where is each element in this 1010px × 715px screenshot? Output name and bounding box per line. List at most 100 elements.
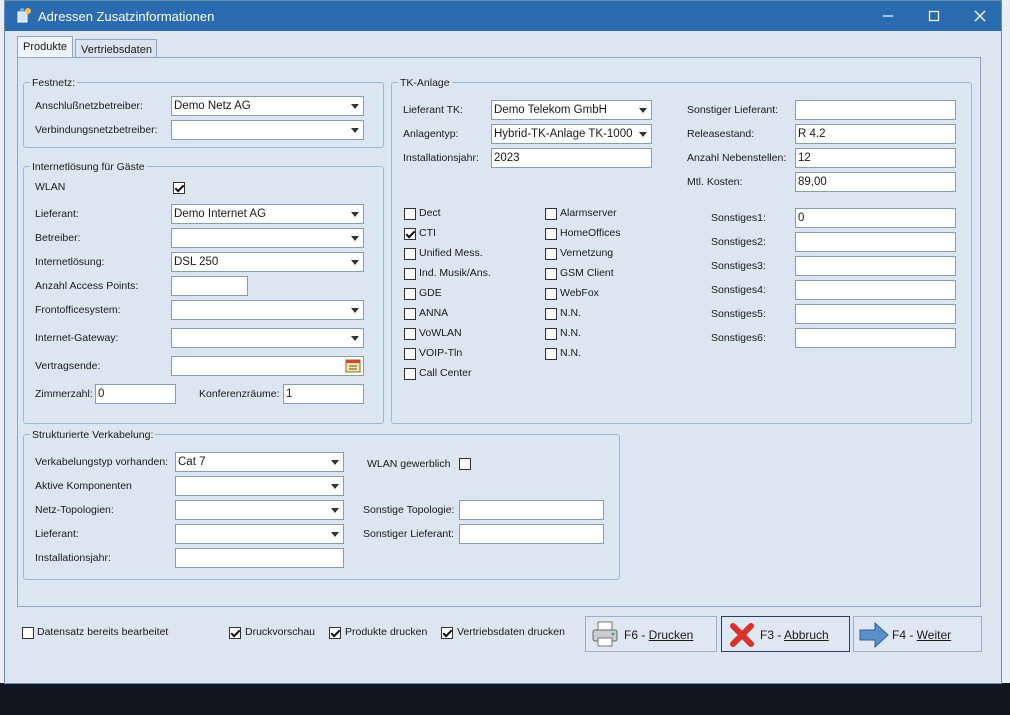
nebenstellen-label: Anzahl Nebenstellen: <box>687 152 787 164</box>
checkbox-gde[interactable] <box>404 288 416 300</box>
group-label-tk-anlage: TK-Anlage <box>398 77 452 89</box>
window-title: Adressen Zusatzinformationen <box>38 9 215 24</box>
sonstiges5-input[interactable] <box>795 304 956 324</box>
checkbox-unified-mess[interactable] <box>404 248 416 260</box>
sonstige-topologie-input[interactable] <box>459 500 604 520</box>
vertragsende-date-field[interactable] <box>171 356 364 376</box>
checkbox-nn-1[interactable] <box>545 308 557 320</box>
minimize-button[interactable] <box>865 1 911 31</box>
frontoffice-combo[interactable] <box>171 300 364 320</box>
checkbox-homeoffices[interactable] <box>545 228 557 240</box>
checkbox-nn-2[interactable] <box>545 328 557 340</box>
verkabelung-lieferant-combo[interactable] <box>175 524 344 544</box>
releasestand-label: Releasestand: <box>687 128 755 140</box>
chevron-down-icon[interactable] <box>327 525 343 543</box>
nebenstellen-input[interactable]: 12 <box>795 148 956 168</box>
verkabelung-install-input[interactable] <box>175 548 344 568</box>
chevron-down-icon[interactable] <box>347 229 363 247</box>
chevron-down-icon[interactable] <box>327 477 343 495</box>
internetloesung-label: Internetlösung: <box>35 256 105 268</box>
tab-produkte[interactable]: Produkte <box>17 36 73 59</box>
netz-topologien-combo[interactable] <box>175 500 344 520</box>
sonstiges6-input[interactable] <box>795 328 956 348</box>
title-bar[interactable]: Adressen Zusatzinformationen <box>5 1 1001 31</box>
sonstiges2-input[interactable] <box>795 232 956 252</box>
calendar-icon[interactable] <box>345 359 361 373</box>
label-vernetzung: Vernetzung <box>560 247 614 259</box>
maximize-button[interactable] <box>911 1 957 31</box>
next-button[interactable]: F4 - Weiter <box>853 616 982 652</box>
checkbox-gsm-client[interactable] <box>545 268 557 280</box>
tab-vertriebsdaten[interactable]: Vertriebsdaten <box>75 39 157 59</box>
label-gde: GDE <box>419 287 442 299</box>
gateway-combo[interactable] <box>171 328 364 348</box>
tk-install-input[interactable]: 2023 <box>491 148 652 168</box>
chevron-down-icon[interactable] <box>635 101 651 119</box>
sonst-lieferant-tk-input[interactable] <box>795 100 956 120</box>
chevron-down-icon[interactable] <box>347 329 363 347</box>
chevron-down-icon[interactable] <box>327 501 343 519</box>
chevron-down-icon[interactable] <box>347 205 363 223</box>
maximize-icon <box>928 10 940 22</box>
wlan-gewerblich-checkbox[interactable] <box>459 458 471 470</box>
anschluss-combo[interactable]: Demo Netz AG <box>171 96 364 116</box>
netz-topologien-label: Netz-Topologien: <box>35 504 114 516</box>
betreiber-combo[interactable] <box>171 228 364 248</box>
druckvorschau-checkbox[interactable] <box>229 627 241 639</box>
internetloesung-combo[interactable]: DSL 250 <box>171 252 364 272</box>
checkbox-webfox[interactable] <box>545 288 557 300</box>
label-alarmserver: Alarmserver <box>560 207 617 219</box>
chevron-down-icon[interactable] <box>327 453 343 471</box>
releasestand-input[interactable]: R 4.2 <box>795 124 956 144</box>
group-label-festnetz: Festnetz: <box>30 77 78 89</box>
chevron-down-icon[interactable] <box>347 97 363 115</box>
print-key: F6 - <box>624 628 649 642</box>
checkbox-voip-tln[interactable] <box>404 348 416 360</box>
sonstiges1-input[interactable]: 0 <box>795 208 956 228</box>
checkbox-vernetzung[interactable] <box>545 248 557 260</box>
produkte-drucken-checkbox[interactable] <box>329 627 341 639</box>
kosten-label: Mtl. Kosten: <box>687 176 743 188</box>
checkbox-alarmserver[interactable] <box>545 208 557 220</box>
checkbox-ind-musik[interactable] <box>404 268 416 280</box>
kosten-input[interactable]: 89,00 <box>795 172 956 192</box>
sonstiges4-input[interactable] <box>795 280 956 300</box>
anlagentyp-combo[interactable]: Hybrid-TK-Anlage TK-1000 <box>491 124 652 144</box>
checkbox-call-center[interactable] <box>404 368 416 380</box>
minimize-icon <box>883 15 893 17</box>
cancel-label: Abbruch <box>784 628 829 642</box>
tk-lieferant-label: Lieferant TK: <box>403 104 463 116</box>
chevron-down-icon[interactable] <box>635 125 651 143</box>
bearbeitet-checkbox[interactable] <box>22 627 34 639</box>
aktive-komponenten-combo[interactable] <box>175 476 344 496</box>
wlan-checkbox[interactable] <box>173 182 185 194</box>
chevron-down-icon[interactable] <box>347 121 363 139</box>
sonstiger-lieferant-verkabelung-input[interactable] <box>459 524 604 544</box>
access-points-input[interactable] <box>171 276 248 296</box>
checkbox-anna[interactable] <box>404 308 416 320</box>
sonstiges3-input[interactable] <box>795 256 956 276</box>
checkbox-nn-3[interactable] <box>545 348 557 360</box>
verkabelungstyp-combo[interactable]: Cat 7 <box>175 452 344 472</box>
print-button[interactable]: F6 - Drucken <box>585 616 717 652</box>
vertriebsdaten-drucken-checkbox[interactable] <box>441 627 453 639</box>
group-label-internet: Internetlösung für Gäste <box>30 161 147 173</box>
checkbox-dect[interactable] <box>404 208 416 220</box>
zimmerzahl-input[interactable]: 0 <box>95 384 176 404</box>
konferenz-input[interactable]: 1 <box>283 384 364 404</box>
checkbox-cti[interactable] <box>404 228 416 240</box>
verbindung-label: Verbindungsnetzbetreiber: <box>35 124 158 136</box>
close-icon <box>974 10 986 22</box>
chevron-down-icon[interactable] <box>347 301 363 319</box>
chevron-down-icon[interactable] <box>347 253 363 271</box>
internet-lieferant-combo[interactable]: Demo Internet AG <box>171 204 364 224</box>
checkbox-vowlan[interactable] <box>404 328 416 340</box>
verkabelungstyp-label: Verkabelungstyp vorhanden: <box>35 456 169 468</box>
verbindung-combo[interactable] <box>171 120 364 140</box>
tk-lieferant-combo[interactable]: Demo Telekom GmbH <box>491 100 652 120</box>
sonstiges6-label: Sonstiges6: <box>711 332 766 344</box>
cancel-button[interactable]: F3 - Abbruch <box>721 616 850 652</box>
label-homeoffices: HomeOffices <box>560 227 621 239</box>
label-unified-mess: Unified Mess. <box>419 247 483 259</box>
close-button[interactable] <box>957 1 1003 31</box>
